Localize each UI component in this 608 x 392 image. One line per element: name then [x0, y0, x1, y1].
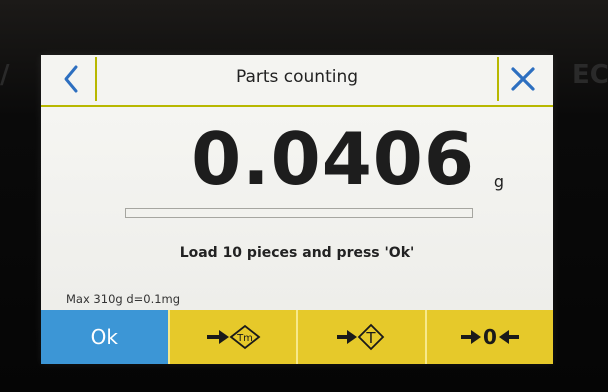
tare-button[interactable]: T — [296, 310, 425, 364]
bezel-reflection-left: / — [0, 60, 10, 90]
instruction-text: Load 10 pieces and press 'Ok' — [179, 245, 415, 261]
back-button[interactable] — [47, 57, 97, 101]
weight-unit: g — [493, 172, 504, 191]
arrow-tare-memory-icon: Tm — [206, 324, 261, 350]
tare-memory-label: Tm — [236, 333, 253, 344]
close-button[interactable] — [497, 57, 547, 101]
weight-value: 0.0406 — [191, 117, 475, 201]
tare-label: T — [366, 329, 377, 347]
touch-screen: Parts counting 0.0406 g Load 10 pieces a… — [41, 55, 553, 364]
chevron-left-icon — [64, 65, 78, 93]
ok-label: Ok — [90, 325, 118, 349]
scale-spec: Max 310g d=0.1mg — [66, 292, 181, 306]
title-bar: Parts counting — [41, 55, 553, 107]
weight-readout: 0.0406 g — [41, 117, 553, 201]
ok-button[interactable]: Ok — [41, 310, 168, 364]
tare-memory-button[interactable]: Tm — [167, 310, 296, 364]
capacity-progress-bar — [125, 208, 473, 218]
close-icon — [511, 67, 535, 91]
page-title: Parts counting — [235, 67, 359, 87]
zero-arrows-icon: 0 — [460, 325, 519, 349]
zero-label: 0 — [483, 325, 497, 349]
bottom-toolbar: Ok Tm T 0 — [41, 310, 553, 364]
arrow-tare-icon: T — [337, 323, 385, 351]
zero-button[interactable]: 0 — [424, 310, 553, 364]
bezel-reflection-right: EC — [572, 60, 608, 90]
